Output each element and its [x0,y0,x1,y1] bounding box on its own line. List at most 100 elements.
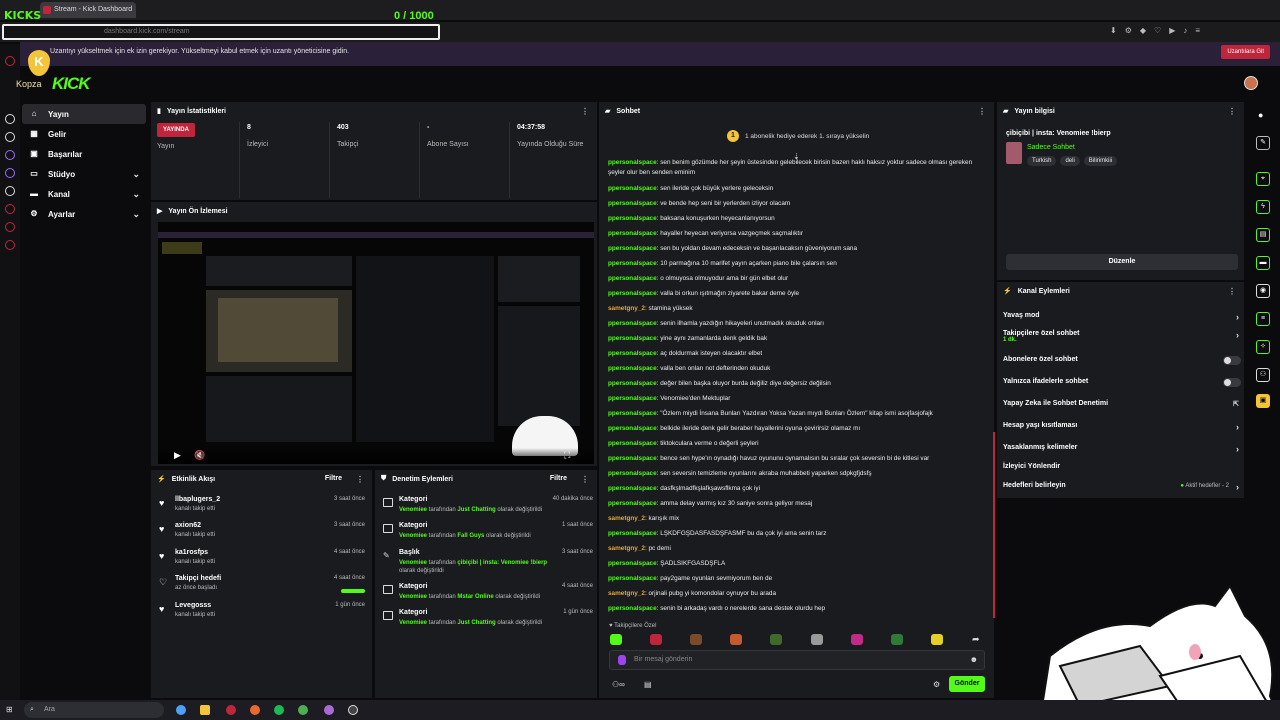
followers-only-row[interactable]: Takipçilere özel sohbet 1 dk. › [1003,330,1243,348]
app-icon[interactable] [5,114,15,124]
chat-username[interactable]: ppersonalspace [608,560,657,567]
chat-username[interactable]: ppersonalspace [608,320,657,327]
spotify-icon[interactable] [274,705,284,715]
nav-item-settings[interactable]: ⚙ Ayarlar ⌄ [22,204,146,224]
go-to-extensions-button[interactable]: Uzantılara Git [1221,45,1270,59]
chat-username[interactable]: ppersonalspace [608,530,657,537]
url-input[interactable]: dashboard.kick.com/stream [2,24,440,40]
chat-username[interactable]: ppersonalspace [608,605,657,612]
gift-icon[interactable]: ▤ [644,680,652,689]
chat-username[interactable]: ppersonalspace [608,350,657,357]
chat-username[interactable]: ppersonalspace [608,335,657,342]
edit-icon[interactable]: ✎ [1256,136,1270,150]
tag-chip[interactable]: Bilirimkiii [1083,156,1118,166]
users-icon[interactable]: ⚇∞ [612,680,625,689]
info-icon[interactable]: ● [1258,110,1263,120]
category-link[interactable]: Sadece Sohbet [1027,144,1075,151]
nav-item-revenue[interactable]: ▦ Gelir [22,124,146,144]
chat-username[interactable]: ppersonalspace [608,425,657,432]
download-icon[interactable]: ⬇ [1110,26,1117,36]
kick-logo[interactable]: KICK [52,74,91,94]
heart-icon[interactable]: ♡ [1154,26,1161,36]
chat-username[interactable]: ppersonalspace [608,440,657,447]
play-icon[interactable]: ▶ [174,450,181,461]
nav-item-studio[interactable]: ▭ Stüdyo ⌄ [22,164,146,184]
broadcast-icon[interactable]: ◉ [1256,284,1270,298]
fullscreen-icon[interactable]: ⛶ [564,450,570,461]
more-options-icon[interactable]: ⋮ [356,475,364,484]
users-icon[interactable]: ⚇ [1256,368,1270,382]
chat-icon[interactable]: ▬ [1256,256,1270,270]
chat-scrollbar[interactable] [993,432,995,618]
chat-username[interactable]: ppersonalspace [608,485,657,492]
more-options-icon[interactable]: ⋮ [581,475,589,484]
discord-icon[interactable] [5,150,15,160]
slow-mode-row[interactable]: Yavaş mod › [1003,312,1243,330]
subs-only-toggle[interactable] [1223,356,1241,365]
emote-icon[interactable] [610,634,622,645]
nav-item-stream[interactable]: ⌂ Yayın [22,104,146,124]
chat-username[interactable]: ppersonalspace [608,470,657,477]
goals-row[interactable]: Hedefleri belirleyin ● Aktif hedefler - 2… [1003,482,1243,500]
more-options-icon[interactable]: ⋮ [581,107,589,116]
volume-icon[interactable]: ♪ [1183,26,1187,36]
chat-username[interactable]: ppersonalspace [608,245,657,252]
send-emote-icon[interactable]: ➦ [972,634,980,645]
more-options-icon[interactable]: ⋮ [1228,287,1236,296]
chat-username[interactable]: ppersonalspace [608,200,657,207]
chat-username[interactable]: ppersonalspace [608,365,657,372]
chat-username[interactable]: ppersonalspace [608,215,657,222]
chat-username[interactable]: sametgny_2 [608,305,645,312]
emote-icon[interactable] [891,634,903,645]
twitch-icon[interactable] [5,168,15,178]
host-row[interactable]: İzleyici Yönlendir [1003,463,1243,481]
banned-words-row[interactable]: Yasaklanmış kelimeler › [1003,444,1243,462]
emote-icon[interactable] [811,634,823,645]
windows-start-icon[interactable]: ⊞ [6,705,13,714]
target-icon[interactable]: ⌖ [1256,172,1270,186]
browser-tab[interactable]: Stream - Kick Dashboard [40,2,136,18]
chat-input[interactable]: Bir mesaj gönderin ☻ [609,650,985,670]
bookmark-icon[interactable] [5,56,15,66]
hype-icon[interactable]: ▣ [1256,394,1270,408]
emote-icon[interactable] [730,634,742,645]
taskbar-search[interactable]: ⌕ Ara [24,702,164,718]
chat-username[interactable]: ppersonalspace [608,410,657,417]
emote-icon[interactable] [770,634,782,645]
chat-username[interactable]: ppersonalspace [608,230,657,237]
folder-icon[interactable] [200,705,210,715]
tag-chip[interactable]: deli [1060,156,1080,166]
chat-username[interactable]: ppersonalspace [608,185,657,192]
chat-username[interactable]: ppersonalspace [608,575,657,582]
more-options-icon[interactable]: ⋮ [1228,107,1236,116]
chat-username[interactable]: ppersonalspace [608,380,657,387]
ai-moderation-row[interactable]: Yapay Zeka ile Sohbet Denetimi ⇱ [1003,400,1243,418]
opera-icon[interactable] [226,705,236,715]
emote-only-toggle[interactable] [1223,378,1241,387]
play-icon[interactable]: ▶ [1169,26,1175,36]
chat-username[interactable]: ppersonalspace [608,159,657,166]
activity-filter-button[interactable]: Filtre [325,475,342,482]
menu-icon[interactable]: ≡ [1195,26,1200,36]
send-button[interactable]: Gönder [949,676,985,692]
settings-icon[interactable] [5,240,15,250]
app-icon[interactable] [250,705,260,715]
chat-username[interactable]: ppersonalspace [608,455,657,462]
emote-icon[interactable] [650,634,662,645]
emote-icon[interactable] [690,634,702,645]
chat-username[interactable]: ppersonalspace [608,500,657,507]
emoji-icon[interactable]: ☻ [970,655,978,664]
server-icon[interactable]: ≡ [1256,312,1270,326]
obs-icon[interactable] [348,705,358,715]
chrome-icon[interactable] [298,705,308,715]
account-age-row[interactable]: Hesap yaşı kısıtlaması › [1003,422,1243,440]
edit-button[interactable]: Düzenle [1006,254,1238,270]
chat-username[interactable]: ppersonalspace [608,395,657,402]
stream-preview-video[interactable]: ▶ 🔇 ⛶ [158,222,594,464]
nav-item-channel[interactable]: ▬ Kanal ⌄ [22,184,146,204]
nav-item-achievements[interactable]: ▣ Başarılar [22,144,146,164]
tag-chip[interactable]: Turkish [1027,156,1057,166]
history-icon[interactable] [5,204,15,214]
chat-username[interactable]: sametgny_2 [608,515,645,522]
more-options-icon[interactable]: ⋮ [978,107,986,116]
